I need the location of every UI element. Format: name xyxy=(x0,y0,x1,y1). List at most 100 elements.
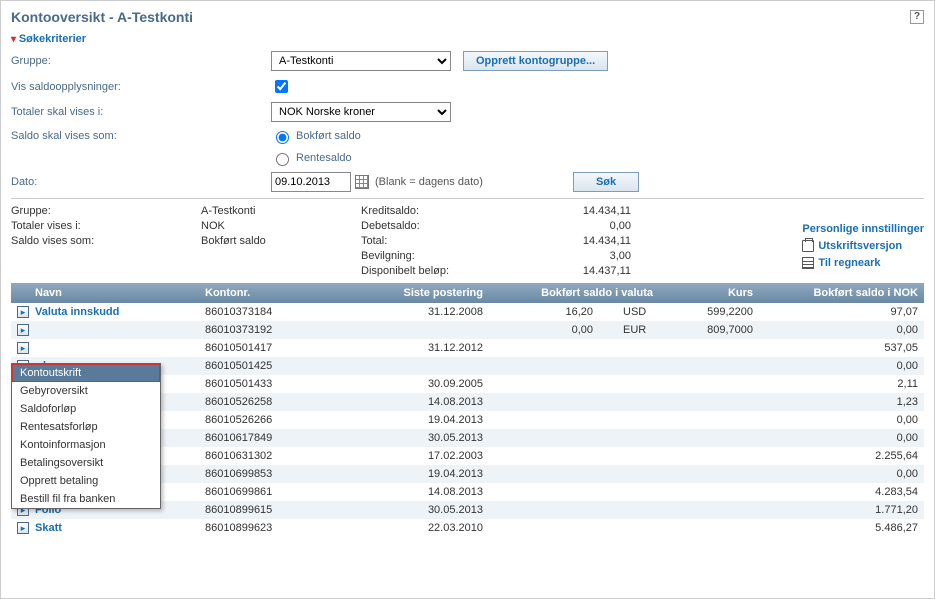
account-name-link[interactable]: Valuta innskudd xyxy=(35,306,119,318)
exchange-rate xyxy=(659,375,759,393)
balance-valuta: 0,00EUR xyxy=(489,321,659,339)
context-menu-item[interactable]: Kontoinformasjon xyxy=(12,436,160,454)
account-name-link[interactable]: Skatt xyxy=(35,522,62,534)
last-posting: 17.02.2003 xyxy=(339,447,489,465)
balance-valuta xyxy=(489,411,659,429)
summary-total-value: 14.434,11 xyxy=(501,235,631,247)
summary-total-label: Total: xyxy=(361,235,501,247)
balance-valuta xyxy=(489,429,659,447)
show-balance-checkbox[interactable] xyxy=(275,80,288,93)
balance-valuta xyxy=(489,375,659,393)
col-kurs: Kurs xyxy=(659,283,759,303)
last-posting xyxy=(339,357,489,375)
col-nok: Bokført saldo i NOK xyxy=(759,283,924,303)
balance-as-label: Saldo skal vises som: xyxy=(11,130,271,142)
context-menu-item[interactable]: Rentesatsforløp xyxy=(12,418,160,436)
exchange-rate xyxy=(659,519,759,537)
balance-valuta xyxy=(489,339,659,357)
date-label: Dato: xyxy=(11,176,271,188)
account-number: 86010526258 xyxy=(199,393,339,411)
last-posting: 22.03.2010 xyxy=(339,519,489,537)
totals-currency-select[interactable]: NOK Norske kroner xyxy=(271,102,451,122)
expand-row-button[interactable]: ▸ xyxy=(17,342,29,354)
balance-nok: 1,23 xyxy=(759,393,924,411)
page-title: Kontooversikt - A-Testkonti xyxy=(11,9,193,25)
col-post: Siste postering xyxy=(339,283,489,303)
balance-nok: 1.771,20 xyxy=(759,501,924,519)
context-menu-item[interactable]: Gebyroversikt xyxy=(12,382,160,400)
summary-totals-in-value: NOK xyxy=(201,220,361,232)
last-posting: 31.12.2008 xyxy=(339,303,489,321)
summary-shown-as-label: Saldo vises som: xyxy=(11,235,201,247)
expand-row-button[interactable]: ▸ xyxy=(17,522,29,534)
last-posting xyxy=(339,321,489,339)
context-menu-item[interactable]: Saldoforløp xyxy=(12,400,160,418)
group-select[interactable]: A-Testkonti xyxy=(271,51,451,71)
help-icon[interactable]: ? xyxy=(910,10,924,24)
balance-nok: 0,00 xyxy=(759,429,924,447)
balance-nok: 0,00 xyxy=(759,465,924,483)
search-button[interactable]: Søk xyxy=(573,172,639,192)
to-spreadsheet-link[interactable]: Til regneark xyxy=(818,257,880,269)
context-menu-item[interactable]: Opprett betaling xyxy=(12,472,160,490)
last-posting: 30.05.2013 xyxy=(339,501,489,519)
account-number: 86010526266 xyxy=(199,411,339,429)
table-row: ▸860103731920,00EUR809,70000,00 xyxy=(11,321,924,339)
balance-valuta xyxy=(489,483,659,501)
account-number: 86010899615 xyxy=(199,501,339,519)
divider xyxy=(11,198,924,199)
summary-shown-as-value: Bokført saldo xyxy=(201,235,361,247)
account-number: 86010501425 xyxy=(199,357,339,375)
account-number: 86010617849 xyxy=(199,429,339,447)
balance-nok: 2.255,64 xyxy=(759,447,924,465)
account-number: 86010699853 xyxy=(199,465,339,483)
col-acct: Kontonr. xyxy=(199,283,339,303)
balance-valuta xyxy=(489,447,659,465)
summary-debit-label: Debetsaldo: xyxy=(361,220,501,232)
account-number: 86010631302 xyxy=(199,447,339,465)
print-icon xyxy=(802,240,814,252)
context-menu-item[interactable]: Kontoutskrift xyxy=(12,364,160,382)
last-posting: 31.12.2012 xyxy=(339,339,489,357)
exchange-rate xyxy=(659,357,759,375)
account-number: 86010501417 xyxy=(199,339,339,357)
balance-nok: 97,07 xyxy=(759,303,924,321)
row-context-menu[interactable]: KontoutskriftGebyroversiktSaldoforløpRen… xyxy=(11,363,161,509)
col-valuta: Bokført saldo i valuta xyxy=(489,283,659,303)
balance-interest-label: Rentesaldo xyxy=(296,152,352,164)
summary-available-value: 14.437,11 xyxy=(501,265,631,277)
exchange-rate xyxy=(659,483,759,501)
expand-row-button[interactable]: ▸ xyxy=(17,306,29,318)
date-hint: (Blank = dagens dato) xyxy=(375,176,483,188)
last-posting: 30.05.2013 xyxy=(339,429,489,447)
last-posting: 30.09.2005 xyxy=(339,375,489,393)
search-criteria-toggle[interactable]: Søkekriterier xyxy=(11,33,924,45)
context-menu-item[interactable]: Bestill fil fra banken xyxy=(12,490,160,508)
balance-booked-label: Bokført saldo xyxy=(296,130,361,142)
balance-valuta xyxy=(489,393,659,411)
create-group-button[interactable]: Opprett kontogruppe... xyxy=(463,51,608,71)
summary-credit-label: Kreditsaldo: xyxy=(361,205,501,217)
balance-booked-radio[interactable] xyxy=(276,131,289,144)
summary-totals-in-label: Totaler vises i: xyxy=(11,220,201,232)
exchange-rate: 599,2200 xyxy=(659,303,759,321)
exchange-rate xyxy=(659,393,759,411)
exchange-rate xyxy=(659,339,759,357)
print-version-link[interactable]: Utskriftsversjon xyxy=(818,240,902,252)
balance-valuta: 16,20USD xyxy=(489,303,659,321)
account-number: 86010501433 xyxy=(199,375,339,393)
expand-row-button[interactable]: ▸ xyxy=(17,324,29,336)
context-menu-item[interactable]: Betalingsoversikt xyxy=(12,454,160,472)
date-input[interactable] xyxy=(271,172,351,192)
balance-valuta xyxy=(489,465,659,483)
table-row: ▸Skatt8601089962322.03.20105.486,27 xyxy=(11,519,924,537)
calendar-icon[interactable] xyxy=(355,175,369,189)
personal-settings-link[interactable]: Personlige innstillinger xyxy=(802,223,924,235)
group-label: Gruppe: xyxy=(11,55,271,67)
exchange-rate xyxy=(659,501,759,519)
balance-interest-radio[interactable] xyxy=(276,153,289,166)
last-posting: 14.08.2013 xyxy=(339,483,489,501)
exchange-rate: 809,7000 xyxy=(659,321,759,339)
spreadsheet-icon xyxy=(802,257,814,269)
summary-group-value: A-Testkonti xyxy=(201,205,361,217)
